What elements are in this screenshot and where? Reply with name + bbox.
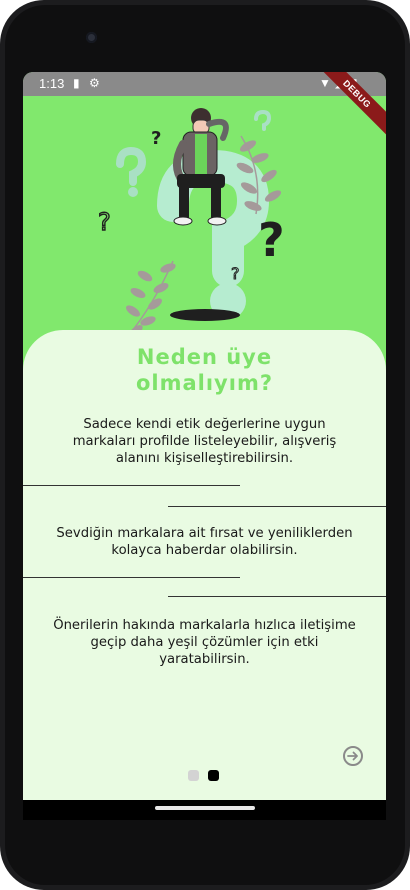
benefit-text-2: Sevdiğin markalara ait fırsat ve yenilik… — [56, 526, 353, 558]
arrow-right-circle-icon — [347, 751, 358, 761]
settings-gear-icon: ⚙ — [89, 76, 100, 90]
next-button[interactable] — [343, 746, 363, 766]
divider-right-2 — [168, 596, 386, 597]
front-camera — [86, 32, 97, 43]
svg-text:?: ? — [231, 264, 240, 283]
page-indicator-dot-2-active[interactable] — [208, 770, 219, 781]
page-indicator-dot-1[interactable] — [188, 770, 199, 781]
title-line-2: olmalıyım? — [135, 371, 274, 395]
page-title: Neden üye olmalıyım? — [23, 344, 386, 396]
navigation-bar — [23, 800, 386, 820]
benefit-text-3: Önerilerin hakında markalarla hızlıca il… — [53, 618, 356, 667]
benefit-text-1: Sadece kendi etik değerlerine uygun mark… — [72, 417, 337, 466]
sim-card-icon: ▮ — [73, 76, 80, 90]
thinking-person-illustration: ? ? ? ? — [97, 108, 285, 336]
onboarding-card: Neden üye olmalıyım? Sadece kendi etik d… — [23, 330, 386, 800]
svg-text:?: ? — [151, 128, 161, 149]
app-screen: 1:13 ▮ ⚙ ▼ ◢ ▮ DEBUG ? ? ? ? — [23, 72, 386, 800]
svg-text:?: ? — [98, 208, 111, 236]
divider-left-2 — [23, 577, 240, 578]
svg-text:?: ? — [258, 213, 285, 267]
divider-right-1 — [168, 506, 386, 507]
divider-left-1 — [23, 485, 240, 486]
title-line-1: Neden üye — [136, 345, 273, 369]
status-time: 1:13 — [39, 76, 65, 91]
home-gesture-pill[interactable] — [155, 806, 255, 810]
status-bar: 1:13 ▮ ⚙ ▼ ◢ ▮ DEBUG — [23, 72, 386, 139]
